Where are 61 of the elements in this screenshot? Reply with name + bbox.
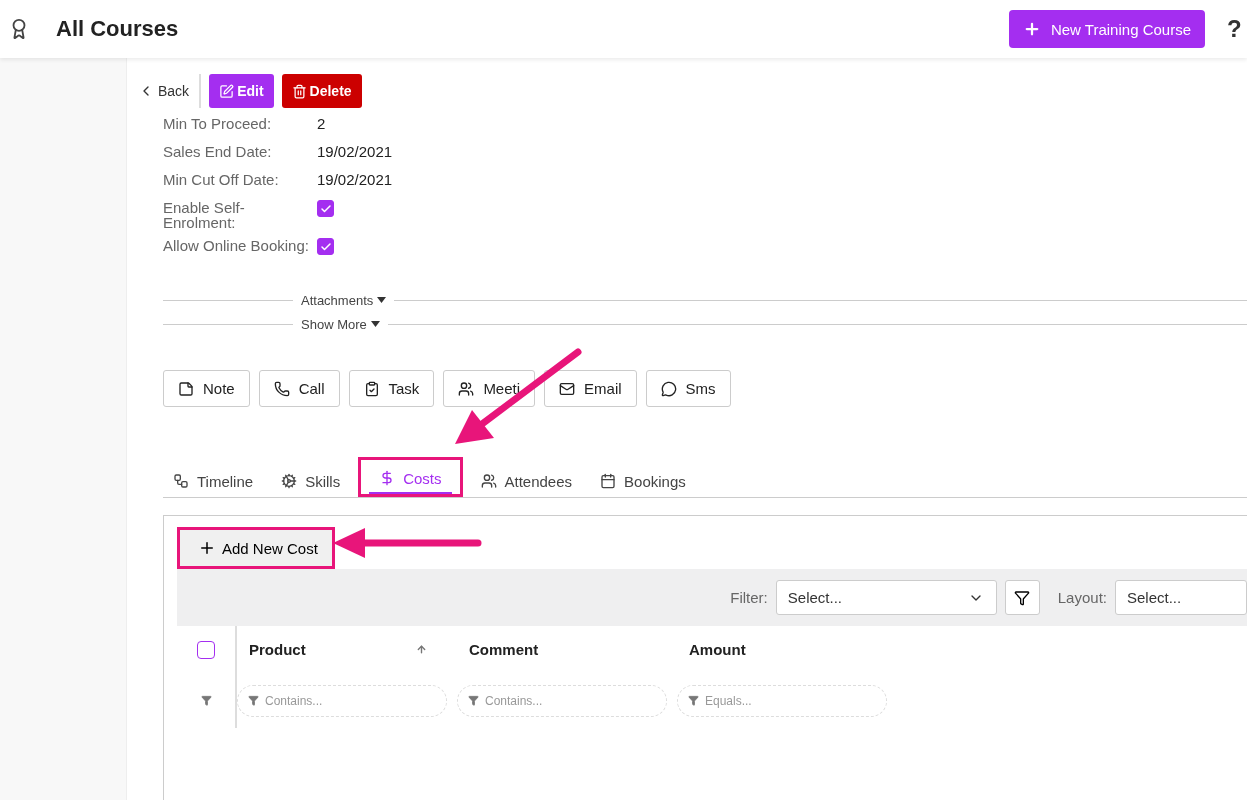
tab[interactable]: Skills — [271, 467, 351, 497]
calendar-icon — [600, 473, 617, 489]
tab[interactable]: Costs — [369, 464, 452, 494]
page-title: All Courses — [56, 16, 180, 42]
gears-icon — [281, 473, 298, 489]
field-label: Min Cut Off Date: — [163, 172, 280, 187]
tab[interactable]: Timeline — [163, 467, 264, 497]
field-label: Enable Self-Enrolment: — [163, 200, 246, 230]
checkbox[interactable] — [317, 200, 334, 217]
filter-label: Filter: — [730, 589, 768, 606]
field-label: Allow Online Booking: — [163, 238, 310, 253]
field-value: 19/02/2021 — [317, 172, 393, 187]
call-icon — [273, 380, 290, 397]
filter-select[interactable]: Select... — [775, 580, 997, 615]
select-all-checkbox[interactable] — [197, 640, 215, 659]
field-label: Sales End Date: — [163, 144, 273, 159]
add-new-cost-button[interactable]: Add New Cost — [177, 527, 335, 569]
email-icon — [559, 380, 576, 397]
back-button[interactable]: Back — [138, 74, 202, 108]
section-toggle[interactable]: Attachments — [293, 292, 395, 308]
field-value: 2 — [317, 116, 326, 131]
note-icon — [178, 380, 194, 397]
activity-button[interactable]: Note — [163, 370, 250, 407]
layout-label: Layout: — [1057, 589, 1107, 606]
activity-button[interactable]: Meeti — [443, 370, 536, 407]
field-value: 19/02/2021 — [317, 144, 393, 159]
tab[interactable]: Attendees — [470, 467, 583, 497]
filter-icon — [1014, 589, 1031, 606]
new-training-course-button[interactable]: New Training Course — [1008, 10, 1205, 48]
help-icon[interactable]: ? — [1227, 15, 1247, 43]
plus-icon — [198, 539, 216, 557]
nodes-icon — [173, 473, 189, 489]
edit-icon — [219, 83, 235, 99]
activity-button[interactable]: Call — [258, 370, 340, 407]
tab[interactable]: Bookings — [590, 467, 696, 497]
filter-icon — [200, 695, 212, 706]
edit-button[interactable]: Edit — [209, 74, 274, 108]
field-label: Min To Proceed: — [163, 116, 273, 131]
activity-button[interactable]: Email — [544, 370, 637, 407]
task-icon — [363, 380, 380, 397]
layout-select[interactable]: Select... — [1115, 580, 1247, 615]
column-header[interactable]: Amount — [689, 641, 746, 658]
filter-icon — [248, 695, 259, 706]
activity-button[interactable]: Sms — [645, 370, 731, 407]
activity-button[interactable]: Task — [348, 370, 435, 407]
check-icon — [319, 240, 332, 253]
filter-icon — [688, 695, 699, 706]
column-header[interactable]: Product — [249, 641, 306, 658]
caret-icon — [377, 297, 387, 303]
filter-icon — [468, 695, 479, 706]
meeting-icon — [458, 380, 475, 397]
delete-button[interactable]: Delete — [281, 74, 362, 108]
checkbox[interactable] — [317, 238, 334, 255]
column-header[interactable]: Comment — [469, 641, 539, 658]
filter-button[interactable] — [1004, 580, 1040, 615]
check-icon — [319, 202, 332, 215]
section-toggle[interactable]: Show More — [293, 316, 388, 332]
people-icon — [480, 473, 497, 489]
caret-icon — [370, 321, 380, 327]
sms-icon — [660, 380, 677, 397]
trash-icon — [291, 83, 307, 99]
